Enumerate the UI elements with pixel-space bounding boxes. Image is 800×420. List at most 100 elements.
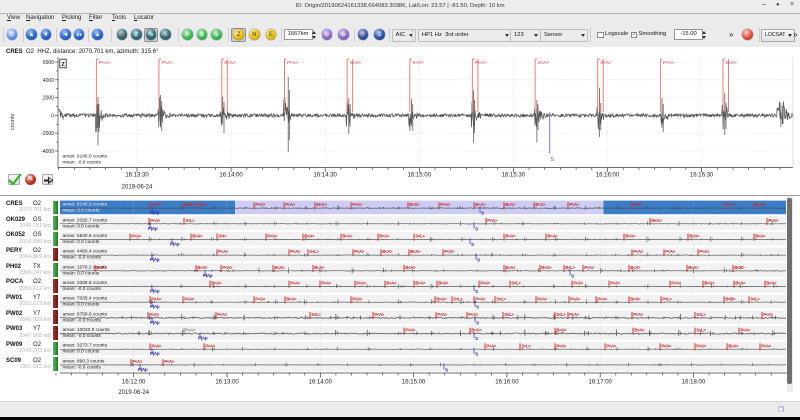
- svg-text:S<L>: S<L>: [696, 312, 706, 317]
- svg-text:B<A>: B<A>: [541, 265, 552, 270]
- svg-text:S<A>: S<A>: [600, 60, 612, 66]
- svg-text:B<A>: B<A>: [386, 281, 397, 286]
- svg-text:P<A>: P<A>: [665, 249, 676, 254]
- svg-text:mean: 0.0 counts: mean: 0.0 counts: [63, 302, 100, 308]
- svg-text:16:16:00: 16:16:00: [495, 380, 519, 386]
- svg-text:B<L>: B<L>: [565, 265, 575, 270]
- svg-text:amax: 6145.0 counts: amax: 6145.0 counts: [63, 154, 108, 160]
- svg-text:S<L>: S<L>: [496, 296, 506, 301]
- svg-text:S<L>: S<L>: [696, 328, 706, 333]
- svg-text:P|Ap: P|Ap: [150, 320, 160, 326]
- svg-text:S<A>: S<A>: [412, 60, 424, 66]
- svg-text:P<A>: P<A>: [354, 249, 365, 254]
- svg-text:16:14:00: 16:14:00: [309, 380, 333, 386]
- svg-text:B<A>: B<A>: [438, 281, 449, 286]
- svg-text:2019-06-24: 2019-06-24: [122, 185, 153, 191]
- svg-text:P<A>: P<A>: [573, 281, 584, 286]
- svg-text:S<L>: S<L>: [185, 218, 195, 223]
- svg-text:B<A>: B<A>: [405, 265, 416, 270]
- svg-text:amax: 3182.7 counts: amax: 3182.7 counts: [63, 217, 108, 223]
- svg-text:M<A>: M<A>: [316, 202, 327, 207]
- svg-text:S<L>: S<L>: [453, 296, 463, 301]
- svg-text:B<A>: B<A>: [630, 296, 641, 301]
- svg-text:P<A>: P<A>: [184, 296, 195, 301]
- svg-text:16:15:00: 16:15:00: [408, 173, 432, 179]
- svg-text:amax: 5840.6 counts: amax: 5840.6 counts: [63, 233, 108, 239]
- svg-text:P<A>: P<A>: [633, 249, 644, 254]
- svg-text:B<A>: B<A>: [505, 234, 516, 239]
- svg-text:P<A>: P<A>: [725, 202, 736, 207]
- svg-text:S<I>: S<I>: [218, 234, 227, 239]
- svg-text:2000: 2000: [43, 96, 54, 102]
- svg-text:0: 0: [51, 113, 54, 119]
- svg-text:P<A>: P<A>: [356, 281, 367, 286]
- svg-text:mean: -0.0 counts: mean: -0.0 counts: [63, 286, 102, 292]
- svg-text:4000: 4000: [43, 78, 54, 84]
- svg-text:16:14:00: 16:14:00: [219, 173, 243, 179]
- svg-text:P<A>: P<A>: [151, 343, 162, 348]
- svg-text:S<A>: S<A>: [538, 60, 550, 66]
- svg-text:P<A>: P<A>: [570, 296, 581, 301]
- svg-text:B<A>: B<A>: [688, 265, 699, 270]
- svg-text:B<A>: B<A>: [304, 234, 315, 239]
- svg-text:P<A>: P<A>: [663, 60, 675, 66]
- svg-text:B<A>: B<A>: [735, 281, 746, 286]
- svg-text:P<A>: P<A>: [761, 343, 772, 348]
- svg-text:B<A>: B<A>: [505, 265, 516, 270]
- svg-text:P<A>: P<A>: [437, 312, 448, 317]
- svg-text:P<A>: P<A>: [218, 249, 229, 254]
- svg-text:S<L>: S<L>: [504, 312, 514, 317]
- svg-text:16:17:00: 16:17:00: [589, 380, 613, 386]
- svg-text:mean: -0.0 counts: mean: -0.0 counts: [63, 333, 102, 339]
- svg-text:amax: 890.3 counts: amax: 890.3 counts: [63, 358, 105, 364]
- svg-text:P<A>: P<A>: [486, 343, 497, 348]
- svg-text:P<A>: P<A>: [537, 296, 548, 301]
- svg-text:16:18:00: 16:18:00: [682, 380, 706, 386]
- svg-text:mean: 0.0 counts: mean: 0.0 counts: [63, 349, 100, 355]
- svg-text:amax: 3273.7 counts: amax: 3273.7 counts: [63, 343, 108, 349]
- svg-text:P|Ap: P|Ap: [203, 273, 213, 279]
- svg-text:16:12:00: 16:12:00: [122, 380, 146, 386]
- svg-text:amax: 7035.4 counts: amax: 7035.4 counts: [63, 296, 108, 302]
- svg-text:B<A>: B<A>: [556, 328, 567, 333]
- svg-text:P<A>: P<A>: [151, 202, 162, 207]
- svg-text:P<A>: P<A>: [149, 312, 160, 317]
- svg-text:mean: -0.0 counts: mean: -0.0 counts: [63, 317, 102, 323]
- svg-text:B<A>: B<A>: [197, 265, 208, 270]
- svg-text:amax: 6145.0 counts: amax: 6145.0 counts: [63, 202, 108, 208]
- svg-text:mean: -0.0 counts: mean: -0.0 counts: [63, 364, 102, 370]
- svg-text:P<A>: P<A>: [151, 296, 162, 301]
- svg-text:B<A>: B<A>: [755, 202, 766, 207]
- svg-text:P<A>: P<A>: [661, 343, 672, 348]
- svg-text:P|Ap: P|Ap: [148, 226, 158, 232]
- svg-text:counts: counts: [10, 114, 16, 130]
- svg-text:B<A>: B<A>: [625, 234, 636, 239]
- svg-text:B<A>: B<A>: [436, 296, 447, 301]
- svg-text:P<A>: P<A>: [164, 359, 175, 364]
- svg-text:mean: -0.0 counts: mean: -0.0 counts: [63, 255, 102, 261]
- svg-text:S<L>: S<L>: [511, 281, 521, 286]
- svg-text:P<A>: P<A>: [352, 296, 363, 301]
- svg-text:P|Ap: P|Ap: [138, 367, 148, 373]
- svg-text:amax: 10030.9 counts: amax: 10030.9 counts: [63, 327, 111, 333]
- svg-text:P|Ap: P|Ap: [150, 351, 160, 357]
- svg-text:B<A>: B<A>: [382, 249, 393, 254]
- svg-text:B<A>: B<A>: [192, 234, 203, 239]
- svg-text:P|Ap: P|Ap: [198, 336, 208, 342]
- svg-text:P<A>: P<A>: [267, 234, 278, 239]
- svg-text:mean: -0.0 counts: mean: -0.0 counts: [63, 160, 102, 166]
- svg-text:S: S: [551, 157, 555, 163]
- svg-text:P<A>: P<A>: [475, 60, 487, 66]
- svg-text:P<A>: P<A>: [132, 359, 143, 364]
- svg-text:S<L>: S<L>: [521, 343, 531, 348]
- svg-text:P<A>: P<A>: [255, 202, 266, 207]
- svg-text:B<A>: B<A>: [728, 343, 739, 348]
- svg-text:S<L>: S<L>: [556, 312, 566, 317]
- svg-text:S<A>: S<A>: [224, 60, 236, 66]
- svg-text:P<A>: P<A>: [569, 312, 580, 317]
- svg-text:B<A>: B<A>: [314, 265, 325, 270]
- svg-text:M<A>: M<A>: [651, 218, 662, 223]
- svg-text:P<A>: P<A>: [610, 281, 621, 286]
- svg-text:P<A>: P<A>: [374, 312, 385, 317]
- svg-text:B<A>: B<A>: [471, 328, 482, 333]
